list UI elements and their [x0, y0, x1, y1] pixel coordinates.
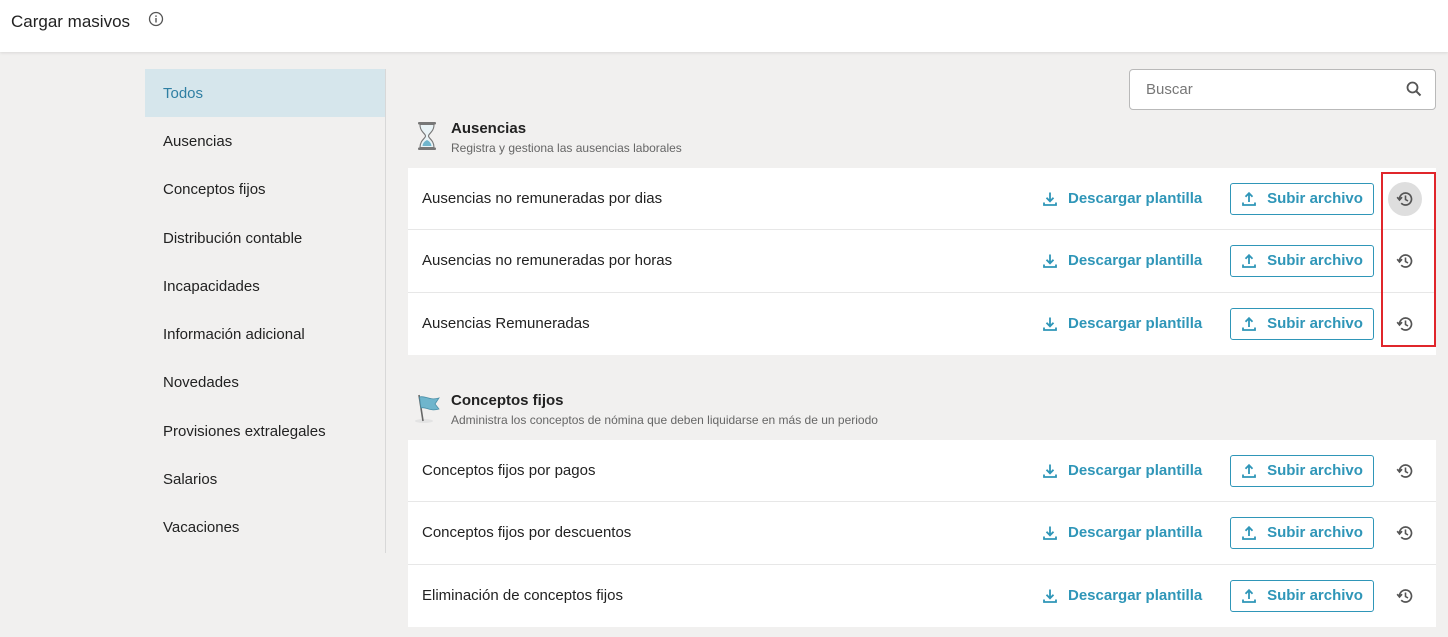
sidebar-item-salarios[interactable]: Salarios [145, 455, 385, 503]
sidebar-item-vacaciones[interactable]: Vacaciones [145, 504, 385, 552]
sidebar-item-ausencias[interactable]: Ausencias [145, 117, 385, 165]
section-description: Administra los conceptos de nómina que d… [451, 413, 878, 427]
sidebar-item-label: Todos [163, 84, 204, 102]
download-label: Descargar plantilla [1068, 190, 1203, 208]
upload-icon [1242, 316, 1256, 331]
upload-file-button[interactable]: Subir archivo [1230, 307, 1374, 340]
sidebar-item-label: Salarios [163, 471, 218, 489]
download-label: Descargar plantilla [1068, 315, 1203, 333]
section-card-ausencias: Ausencias no remuneradas por dias Descar… [408, 168, 1436, 355]
info-circle-icon[interactable] [148, 11, 164, 27]
history-button[interactable] [1388, 579, 1422, 613]
sidebar-item-todos[interactable]: Todos [145, 69, 385, 118]
upload-label: Subir archivo [1267, 462, 1363, 480]
history-icon [1396, 526, 1413, 540]
search-input[interactable] [1146, 81, 1396, 98]
sidebar-item-label: Vacaciones [163, 519, 240, 537]
upload-file-button[interactable]: Subir archivo [1230, 516, 1374, 549]
download-label: Descargar plantilla [1068, 252, 1203, 270]
download-icon [1043, 192, 1057, 206]
upload-icon [1242, 588, 1256, 603]
upload-label: Subir archivo [1267, 252, 1363, 270]
sidebar-item-label: Información adicional [163, 326, 305, 344]
sidebar-item-novedades[interactable]: Novedades [145, 359, 385, 407]
sidebar-item-incapacidades[interactable]: Incapacidades [145, 262, 385, 310]
category-sidebar: Todos Ausencias Conceptos fijos Distribu… [145, 69, 386, 553]
upload-label: Subir archivo [1267, 190, 1363, 208]
sidebar-item-label: Conceptos fijos [163, 181, 266, 199]
download-icon [1043, 526, 1057, 540]
download-template-button[interactable]: Descargar plantilla [1042, 587, 1202, 604]
upload-file-button[interactable]: Subir archivo [1230, 244, 1374, 277]
search-box[interactable] [1129, 69, 1436, 110]
upload-label: Subir archivo [1267, 315, 1363, 333]
download-template-button[interactable]: Descargar plantilla [1042, 315, 1202, 332]
sidebar-item-label: Incapacidades [163, 277, 260, 295]
sidebar-item-distribucion-contable[interactable]: Distribución contable [145, 214, 385, 262]
download-icon [1043, 254, 1057, 268]
history-icon [1396, 316, 1413, 331]
download-label: Descargar plantilla [1068, 462, 1203, 480]
sidebar-item-informacion-adicional[interactable]: Información adicional [145, 310, 385, 358]
history-button[interactable] [1388, 244, 1422, 278]
upload-icon [1242, 191, 1256, 206]
sidebar-item-label: Novedades [163, 374, 239, 392]
history-icon [1396, 588, 1413, 603]
section-card-conceptos-fijos: Conceptos fijos por pagos Descargar plan… [408, 440, 1436, 627]
row-label: Ausencias Remuneradas [422, 315, 590, 333]
hourglass-icon [418, 122, 436, 150]
table-row: Ausencias no remuneradas por dias Descar… [408, 168, 1436, 231]
upload-file-button[interactable]: Subir archivo [1230, 579, 1374, 612]
upload-label: Subir archivo [1267, 587, 1363, 605]
table-row: Ausencias no remuneradas por horas Desca… [408, 230, 1436, 293]
row-label: Eliminación de conceptos fijos [422, 587, 623, 605]
history-button[interactable] [1388, 307, 1422, 341]
download-label: Descargar plantilla [1068, 524, 1203, 542]
history-button[interactable] [1388, 181, 1422, 216]
flag-icon [415, 394, 440, 423]
upload-icon [1242, 253, 1256, 268]
section-description: Registra y gestiona las ausencias labora… [451, 141, 682, 155]
history-button[interactable] [1388, 516, 1422, 550]
top-bar: Cargar masivos [0, 0, 1448, 52]
row-label: Conceptos fijos por pagos [422, 462, 596, 480]
row-label: Ausencias no remuneradas por horas [422, 252, 673, 270]
history-icon [1396, 463, 1413, 478]
upload-icon [1242, 463, 1256, 478]
sidebar-item-label: Ausencias [163, 132, 233, 150]
download-icon [1043, 464, 1057, 478]
section-title: Ausencias [451, 120, 527, 137]
download-icon [1043, 317, 1057, 331]
download-label: Descargar plantilla [1068, 587, 1203, 605]
download-icon [1043, 589, 1057, 603]
history-button[interactable] [1388, 454, 1422, 488]
table-row: Conceptos fijos por descuentos Descargar… [408, 502, 1436, 565]
section-title: Conceptos fijos [451, 392, 564, 409]
download-template-button[interactable]: Descargar plantilla [1042, 462, 1202, 479]
download-template-button[interactable]: Descargar plantilla [1042, 190, 1202, 207]
row-label: Conceptos fijos por descuentos [422, 524, 632, 542]
table-row: Eliminación de conceptos fijos Descargar… [408, 565, 1436, 627]
upload-icon [1242, 525, 1256, 540]
page-title: Cargar masivos [11, 12, 131, 31]
sidebar-item-label: Provisiones extralegales [163, 422, 326, 440]
sidebar-item-provisiones-extralegales[interactable]: Provisiones extralegales [145, 407, 385, 455]
sidebar-item-label: Distribución contable [163, 229, 303, 247]
table-row: Conceptos fijos por pagos Descargar plan… [408, 440, 1436, 503]
upload-label: Subir archivo [1267, 524, 1363, 542]
download-template-button[interactable]: Descargar plantilla [1042, 524, 1202, 541]
upload-file-button[interactable]: Subir archivo [1230, 182, 1374, 215]
row-label: Ausencias no remuneradas por dias [422, 190, 663, 208]
history-icon [1396, 191, 1413, 206]
table-row: Ausencias Remuneradas Descargar plantill… [408, 293, 1436, 355]
sidebar-item-conceptos-fijos[interactable]: Conceptos fijos [145, 166, 385, 214]
download-template-button[interactable]: Descargar plantilla [1042, 252, 1202, 269]
upload-file-button[interactable]: Subir archivo [1230, 454, 1374, 487]
search-icon[interactable] [1405, 80, 1423, 98]
history-icon [1396, 254, 1413, 268]
